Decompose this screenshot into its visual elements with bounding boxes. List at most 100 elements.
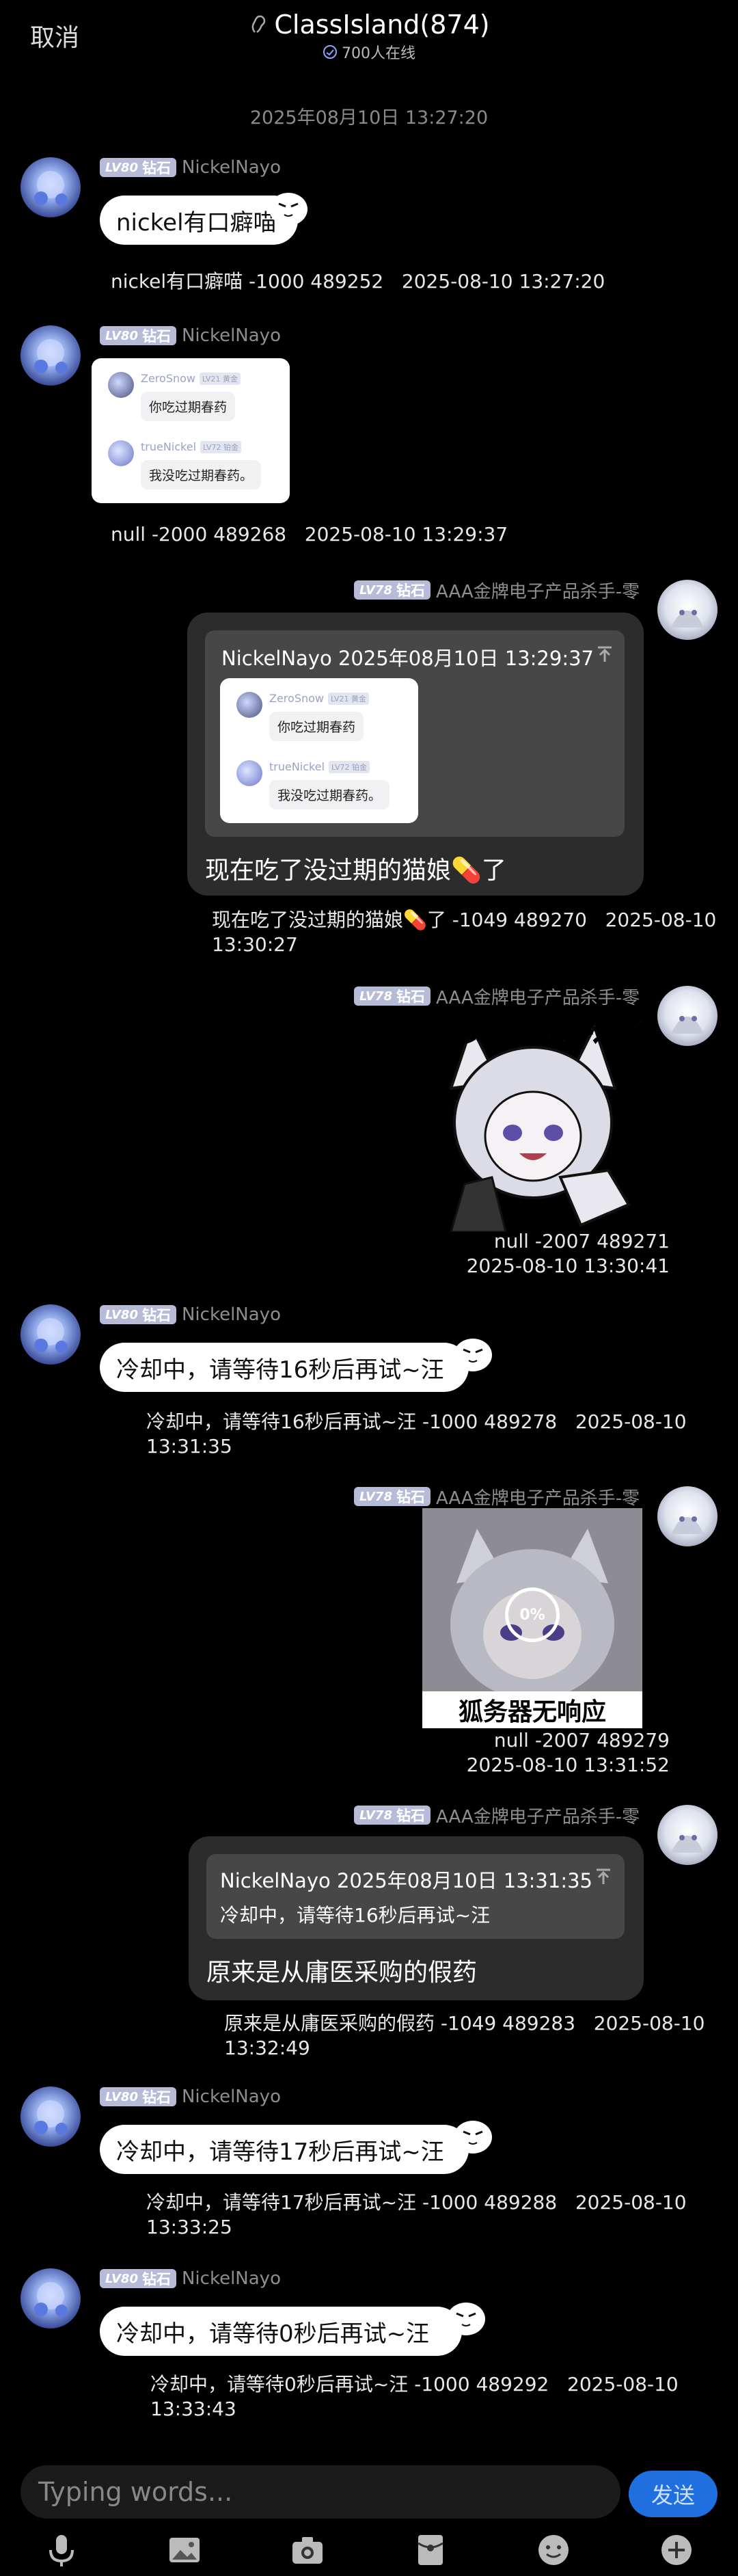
emoji-icon[interactable] (534, 2531, 573, 2569)
message-text: 原来是从庸医采购的假药 (206, 1959, 478, 1987)
sender-row: LV78 钻石 AAA金牌电子产品杀手-零 (354, 1485, 640, 1509)
microphone-icon[interactable] (42, 2531, 81, 2569)
sender-name: AAA金牌电子产品杀手-零 (435, 581, 640, 602)
message-bubble[interactable]: 冷却中，请等待0秒后再试~汪 (100, 2307, 462, 2356)
chat-title-block[interactable]: ClassIsland(874) 700人在线 (0, 10, 738, 63)
message-meta: null -2000 489268 2025-08-10 13:29:37 (111, 523, 508, 546)
red-packet-icon[interactable] (411, 2531, 450, 2569)
bubble-face-decoration-icon (269, 193, 308, 226)
forwarded-message: trueNickel LV72 铂金 我没吃过期春药。 (236, 760, 390, 809)
avatar-aaa[interactable] (657, 1486, 718, 1546)
sticker-image[interactable]: 这真的是太牛逼了 (424, 1006, 646, 1233)
sender-row: LV78 钻石 AAA金牌电子产品杀手-零 (354, 1803, 640, 1827)
ear-icon (252, 15, 266, 33)
level-badge: LV80 钻石 (100, 158, 176, 177)
message-bubble[interactable]: NickelNayo 2025年08月10日 13:29:37 ZeroSnow… (187, 613, 644, 896)
level-badge: LV78 钻石 (354, 987, 430, 1006)
sender-name: NickelNayo (181, 2268, 281, 2289)
sender-row: LV80 钻石 NickelNayo (100, 2085, 281, 2108)
forwarded-chat-card[interactable]: ZeroSnow LV21 黄金 你吃过期春药 trueNickel LV72 铂金… (92, 358, 290, 503)
camera-icon[interactable] (288, 2531, 327, 2569)
sender-name: NickelNayo (181, 325, 281, 346)
avatar-nickelnayo[interactable] (20, 1304, 81, 1365)
avatar-nickelnayo[interactable] (20, 2087, 81, 2147)
avatar (108, 440, 134, 466)
sender-row: LV80 钻石 NickelNayo (100, 1303, 281, 1326)
level-badge: LV80 钻石 (100, 2087, 176, 2106)
message-input[interactable]: Typing words... (20, 2465, 620, 2519)
bubble-face-decoration-icon (447, 2303, 485, 2335)
avatar-aaa[interactable] (657, 580, 718, 640)
chat-header: 取消 ClassIsland(874) 700人在线 (0, 0, 738, 75)
forwarded-message: trueNickel LV72 铂金 我没吃过期春药。 (108, 440, 262, 489)
quoted-message[interactable]: NickelNayo 2025年08月10日 13:29:37 ZeroSnow… (205, 630, 625, 837)
message-meta: 原来是从庸医采购的假药 -1049 489283 2025-08-10 13:3… (224, 2012, 705, 2059)
sender-row: LV78 钻石 AAA金牌电子产品杀手-零 (354, 984, 640, 1008)
message-text: nickel有口癖喵 (116, 209, 277, 237)
sender-name: AAA金牌电子产品杀手-零 (435, 1488, 640, 1509)
forwarded-text: 我没吃过期春药。 (269, 780, 390, 809)
message-bubble[interactable]: 冷却中，请等待17秒后再试~汪 (100, 2125, 469, 2174)
quote-text: 冷却中，请等待16秒后再试~汪 (220, 1904, 491, 1927)
sender-row: LV80 钻石 NickelNayo (100, 2267, 281, 2290)
sender-row: LV78 钻石 AAA金牌电子产品杀手-零 (354, 578, 640, 602)
avatar (236, 692, 262, 718)
sender-name: AAA金牌电子产品杀手-零 (435, 987, 640, 1008)
quote-header: NickelNayo 2025年08月10日 13:31:35 (220, 1869, 593, 1892)
message-text: 冷却中，请等待0秒后再试~汪 (116, 2320, 430, 2348)
chat-title: ClassIsland(874) (274, 10, 490, 40)
avatar (108, 372, 134, 398)
sender-name: NickelNayo (181, 1304, 281, 1325)
quoted-message[interactable]: NickelNayo 2025年08月10日 13:31:35 冷却中，请等待1… (206, 1854, 625, 1939)
online-status-icon (323, 45, 337, 59)
forwarded-message: ZeroSnow LV21 黄金 你吃过期春药 (236, 692, 369, 741)
sender-name: NickelNayo (181, 157, 281, 178)
sticker-caption: 狐务器无响应 (422, 1691, 642, 1728)
loading-progress: 0% (505, 1587, 560, 1642)
message-meta: nickel有口癖喵 -1000 489252 2025-08-10 13:27… (111, 270, 605, 293)
level-badge: LV80 钻石 (100, 2269, 176, 2288)
avatar-nickelnayo[interactable] (20, 157, 81, 217)
level-badge: LV78 钻石 (354, 1806, 430, 1825)
image-icon[interactable] (165, 2531, 204, 2569)
input-area: Typing words... 发送 (0, 2447, 738, 2576)
forwarded-text: 你吃过期春药 (269, 712, 364, 741)
sender-row: LV80 钻石 NickelNayo (100, 324, 281, 347)
jump-to-quote-icon[interactable] (593, 1866, 614, 1887)
message-meta: null -2007 489271 2025-08-10 13:30:41 (466, 1230, 670, 1277)
bubble-face-decoration-icon (454, 2121, 492, 2154)
message-text: 冷却中，请等待16秒后再试~汪 (116, 1356, 444, 1384)
message-text: 现在吃了没过期的猫娘💊了 (205, 857, 506, 885)
message-bubble[interactable]: 冷却中，请等待16秒后再试~汪 (100, 1343, 469, 1392)
avatar (236, 760, 262, 786)
avatar-nickelnayo[interactable] (20, 2268, 81, 2329)
send-button[interactable]: 发送 (629, 2471, 718, 2517)
forwarded-message: ZeroSnow LV21 黄金 你吃过期春药 (108, 372, 241, 421)
avatar-aaa[interactable] (657, 986, 718, 1046)
avatar-aaa[interactable] (657, 1805, 718, 1865)
online-count: 700人在线 (342, 45, 415, 62)
message-meta: 冷却中，请等待16秒后再试~汪 -1000 489278 2025-08-10 … (146, 1410, 687, 1458)
bubble-face-decoration-icon (454, 1339, 492, 1371)
plus-icon[interactable] (657, 2531, 696, 2569)
forwarded-text: 你吃过期春药 (141, 392, 236, 421)
quote-header: NickelNayo 2025年08月10日 13:29:37 (221, 647, 594, 670)
level-badge: LV78 钻石 (354, 1487, 430, 1506)
jump-to-quote-icon[interactable] (594, 644, 615, 665)
sender-name: AAA金牌电子产品杀手-零 (435, 1806, 640, 1827)
message-meta: 冷却中，请等待0秒后再试~汪 -1000 489292 2025-08-10 1… (150, 2373, 679, 2420)
level-badge: LV80 钻石 (100, 1305, 176, 1324)
message-meta: 现在吃了没过期的猫娘💊了 -1049 489270 2025-08-10 13:… (212, 909, 717, 956)
forwarded-text: 我没吃过期春药。 (141, 460, 262, 489)
level-badge: LV80 钻石 (100, 326, 176, 345)
forwarded-chat-card[interactable]: ZeroSnow LV21 黄金 你吃过期春药 trueNickel LV72 铂金… (220, 678, 418, 823)
message-bubble[interactable]: NickelNayo 2025年08月10日 13:31:35 冷却中，请等待1… (189, 1836, 644, 2000)
sticker-caption: 这真的是太牛逼了 (437, 1016, 646, 1047)
message-text: 冷却中，请等待17秒后再试~汪 (116, 2138, 444, 2166)
message-meta: null -2007 489279 2025-08-10 13:31:52 (466, 1729, 670, 1776)
message-meta: 冷却中，请等待17秒后再试~汪 -1000 489288 2025-08-10 … (146, 2191, 687, 2238)
level-badge: LV78 钻石 (354, 580, 430, 600)
sender-row: LV80 钻石 NickelNayo (100, 156, 281, 179)
avatar-nickelnayo[interactable] (20, 325, 81, 386)
sticker-image-loading[interactable]: 0% 狐务器无响应 (422, 1508, 642, 1728)
